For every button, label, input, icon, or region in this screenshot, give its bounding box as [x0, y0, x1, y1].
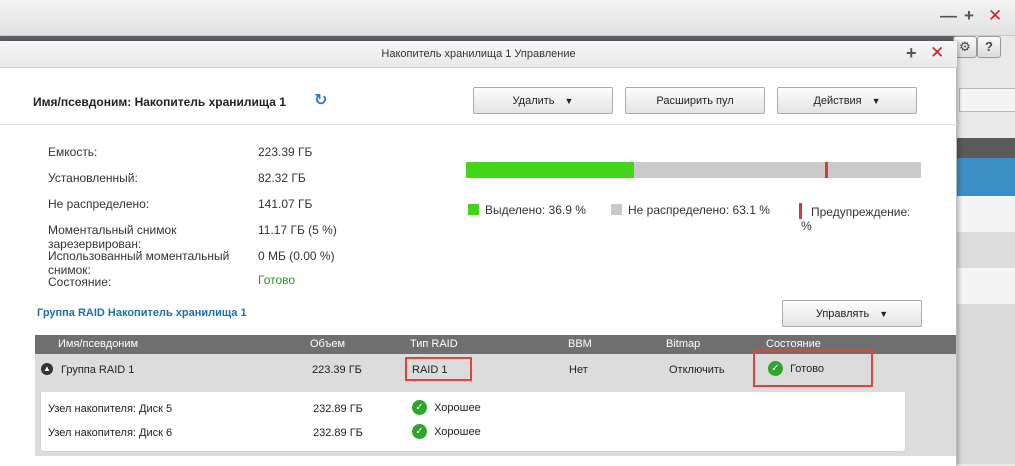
- delete-button-label: Удалить: [512, 94, 555, 107]
- raid-group-row[interactable]: ▲ Группа RAID 1 223.39 ГБ RAID 1 Нет Отк…: [35, 350, 956, 392]
- raid-disk-list: Узел накопителя: Диск 5 232.89 ГБ ✓ Хоро…: [40, 392, 906, 452]
- legend-warning: Предупреждение:: [799, 203, 909, 219]
- pool-name: Имя/псевдоним: Накопитель хранилища 1: [33, 95, 286, 109]
- maximize-icon[interactable]: +: [906, 43, 917, 64]
- actions-button[interactable]: Действия ▼: [777, 87, 917, 114]
- allocated-legend-label: Выделено: 36.9 %: [485, 203, 586, 217]
- disk-row[interactable]: Узел накопителя: Диск 6 232.89 ГБ ✓ Хоро…: [41, 422, 907, 446]
- warning-legend-suffix: %: [801, 219, 812, 233]
- manage-button[interactable]: Управлять ▼: [782, 300, 922, 327]
- disk-size: 232.89 ГБ: [313, 427, 363, 439]
- allocated-swatch: [468, 204, 479, 215]
- caret-down-icon: ▼: [879, 308, 889, 319]
- maximize-icon[interactable]: +: [964, 6, 974, 26]
- delete-button[interactable]: Удалить ▼: [473, 87, 613, 114]
- check-icon: ✓: [412, 400, 427, 415]
- dialog-header: Имя/псевдоним: Накопитель хранилища 1 ↻ …: [0, 68, 957, 125]
- check-icon: ✓: [412, 424, 427, 439]
- raid-group-bitmap: Отключить: [669, 364, 725, 376]
- used-value: 82.32 ГБ: [258, 171, 306, 185]
- capacity-value: 223.39 ГБ: [258, 145, 313, 159]
- unallocated-swatch: [611, 204, 622, 215]
- snapshot-reserved-value: 11.17 ГБ (5 %): [258, 223, 337, 237]
- raid-group-status: ✓ Готово: [768, 361, 824, 376]
- raid-type-highlight: [405, 357, 472, 381]
- disk-status: ✓ Хорошее: [412, 424, 481, 439]
- manage-button-label: Управлять: [815, 307, 870, 320]
- expand-pool-button-label: Расширить пул: [656, 94, 734, 107]
- unallocated-legend-label: Не распределено: 63.1 %: [628, 203, 770, 217]
- check-icon: ✓: [768, 361, 783, 376]
- caret-down-icon: ▼: [871, 95, 881, 106]
- warning-legend-label: Предупреждение:: [811, 205, 909, 219]
- raid-group-name: Группа RAID 1: [61, 364, 135, 376]
- used-label: Установленный:: [48, 171, 138, 185]
- help-icon[interactable]: ?: [977, 36, 1001, 58]
- actions-button-label: Действия: [813, 94, 862, 107]
- warning-threshold-marker: [825, 162, 829, 178]
- close-icon[interactable]: ✕: [988, 6, 1002, 26]
- background-row[interactable]: [957, 304, 1015, 464]
- column-size[interactable]: Объем: [310, 338, 345, 350]
- disk-name: Узел накопителя: Диск 6: [48, 427, 173, 439]
- background-header-strip: [957, 138, 1015, 158]
- allocated-fill: [466, 162, 634, 178]
- snapshot-used-value: 0 МБ (0.00 %): [258, 249, 335, 263]
- close-icon[interactable]: ✕: [930, 43, 944, 63]
- unallocated-label: Не распределено:: [48, 197, 150, 211]
- background-button[interactable]: [959, 88, 1015, 112]
- column-name[interactable]: Имя/псевдоним: [58, 338, 138, 350]
- legend-unallocated: Не распределено: 63.1 %: [611, 203, 770, 217]
- capacity-label: Емкость:: [48, 145, 98, 159]
- raid-group-size: 223.39 ГБ: [312, 364, 362, 376]
- dialog-title: Накопитель хранилища 1 Управление: [381, 48, 576, 60]
- background-row[interactable]: [957, 268, 1015, 304]
- background-app-bar: — + ✕: [0, 0, 1015, 36]
- column-bbm[interactable]: BBM: [568, 338, 592, 350]
- status-value: Готово: [258, 273, 296, 287]
- column-status[interactable]: Состояние: [766, 338, 821, 350]
- raid-group-bbm: Нет: [569, 364, 588, 376]
- expand-pool-button[interactable]: Расширить пул: [625, 87, 765, 114]
- dialog-titlebar: Накопитель хранилища 1 Управление + ✕: [0, 41, 957, 68]
- storage-pool-dialog: Накопитель хранилища 1 Управление + ✕ Им…: [0, 41, 957, 466]
- warning-swatch: [799, 203, 802, 219]
- background-selected-row[interactable]: [957, 158, 1015, 196]
- usage-bar: [466, 162, 921, 178]
- disk-row[interactable]: Узел накопителя: Диск 5 232.89 ГБ ✓ Хоро…: [41, 398, 907, 422]
- disk-status-label: Хорошее: [434, 425, 481, 438]
- snapshot-used-label: Использованный моментальный снимок:: [48, 249, 230, 277]
- status-label: Состояние:: [48, 275, 112, 289]
- background-row[interactable]: [957, 196, 1015, 232]
- disk-size: 232.89 ГБ: [313, 403, 363, 415]
- snapshot-reserved-label: Моментальный снимок зарезервирован:: [48, 223, 177, 251]
- caret-down-icon: ▼: [564, 95, 574, 106]
- collapse-icon[interactable]: ▲: [41, 363, 53, 375]
- unallocated-value: 141.07 ГБ: [258, 197, 313, 211]
- disk-status: ✓ Хорошее: [412, 400, 481, 415]
- minimize-icon[interactable]: —: [940, 6, 957, 26]
- legend-allocated: Выделено: 36.9 %: [468, 203, 586, 217]
- column-raid-type[interactable]: Тип RAID: [410, 338, 458, 350]
- background-row[interactable]: [957, 232, 1015, 268]
- disk-status-label: Хорошее: [434, 401, 481, 414]
- raid-group-title: Группа RAID Накопитель хранилища 1: [37, 307, 247, 319]
- raid-group-status-label: Готово: [790, 362, 825, 375]
- column-bitmap[interactable]: Bitmap: [666, 338, 700, 350]
- disk-name: Узел накопителя: Диск 5: [48, 403, 173, 415]
- refresh-icon[interactable]: ↻: [314, 90, 327, 110]
